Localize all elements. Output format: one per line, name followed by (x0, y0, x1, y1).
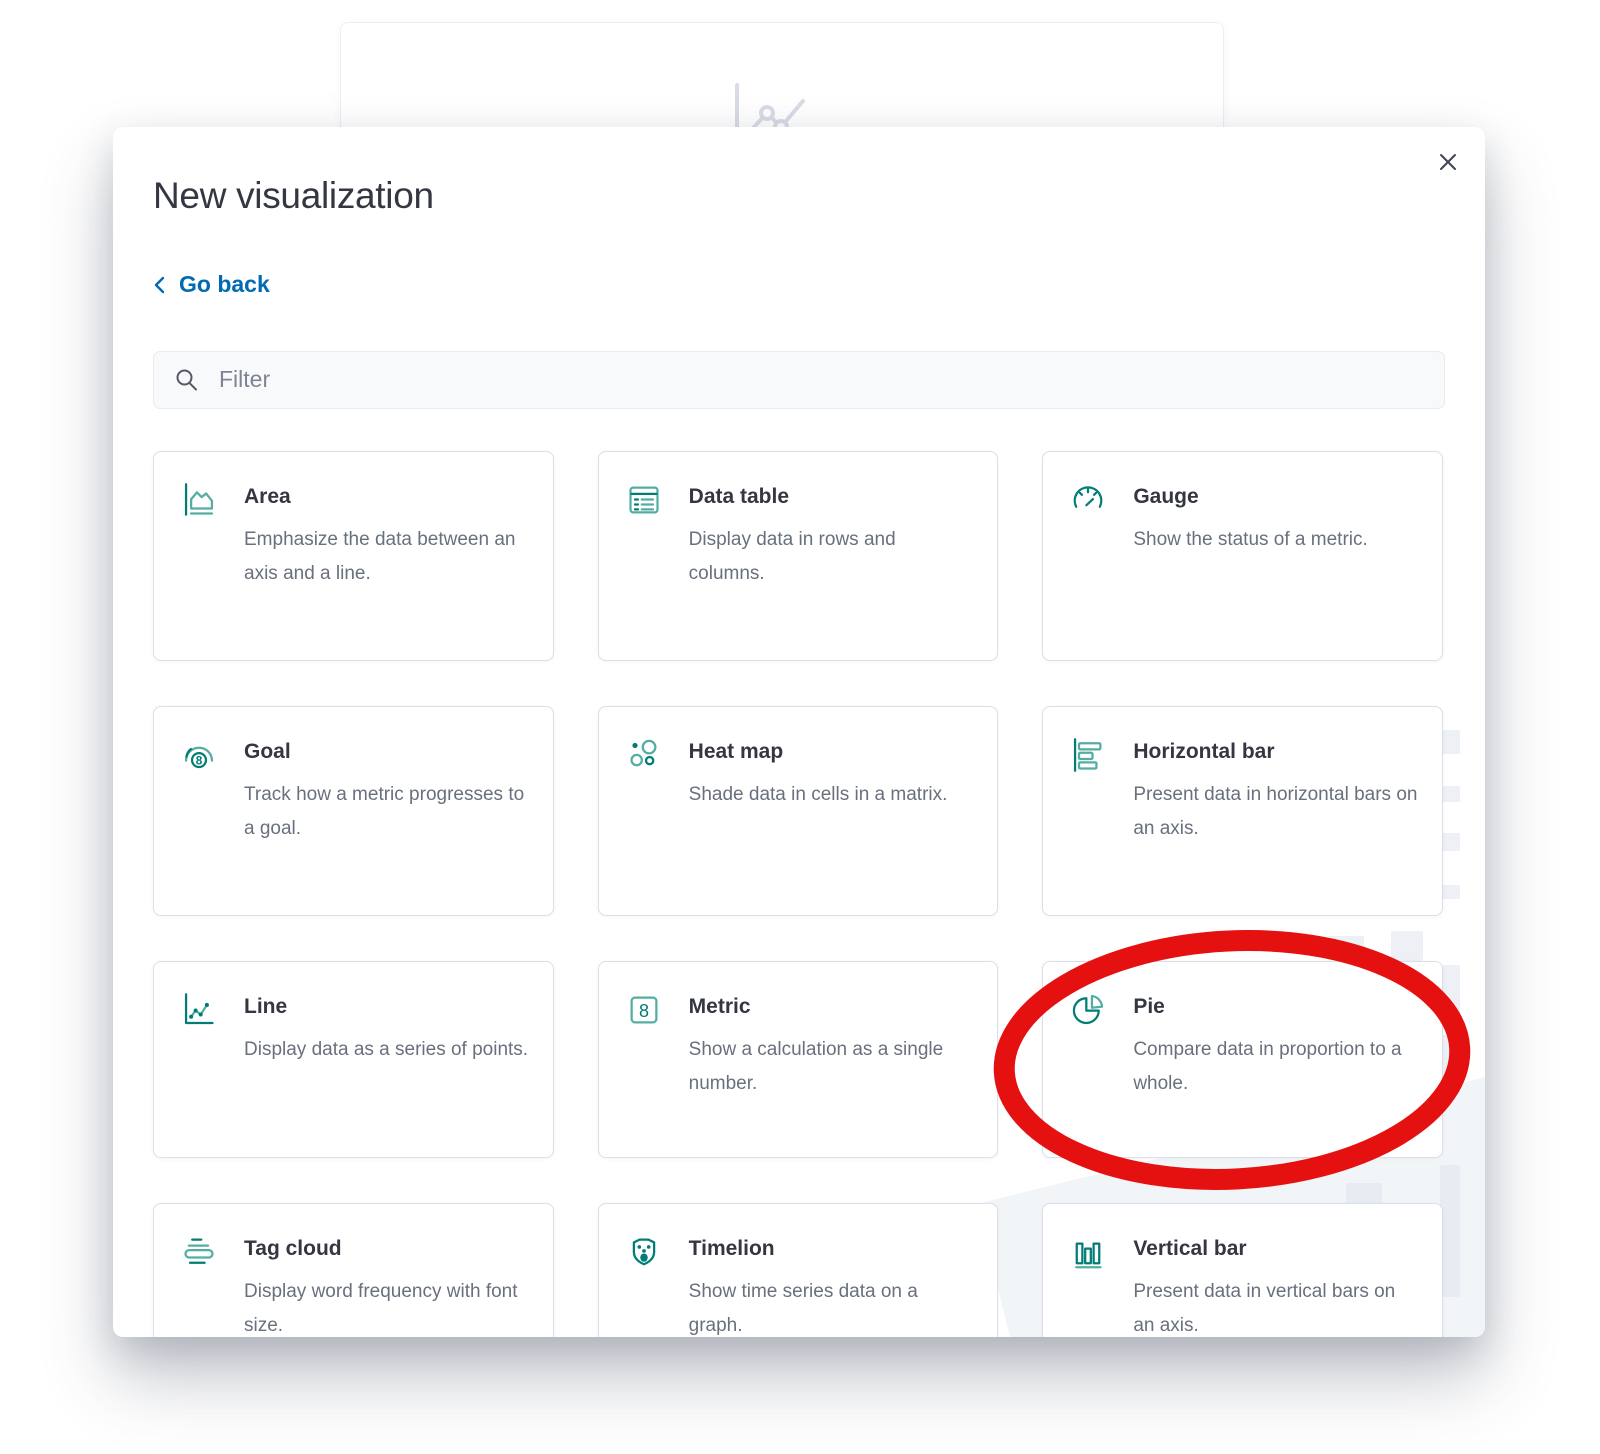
gauge-icon (1069, 480, 1107, 518)
card-line[interactable]: Line Display data as a series of points. (153, 961, 554, 1158)
card-title: Data table (689, 483, 976, 510)
modal-title: New visualization (153, 173, 1445, 219)
search-icon (174, 367, 200, 393)
card-description: Display word frequency with font size. (244, 1275, 531, 1338)
card-title: Pie (1133, 993, 1420, 1020)
card-data-table[interactable]: Data table Display data in rows and colu… (598, 451, 999, 661)
card-title: Goal (244, 738, 531, 765)
tag-cloud-icon (180, 1232, 218, 1270)
card-title: Area (244, 483, 531, 510)
go-back-link[interactable]: Go back (153, 271, 270, 298)
data-table-icon (625, 480, 663, 518)
card-description: Show time series data on a graph. (689, 1275, 976, 1338)
go-back-label: Go back (179, 271, 270, 298)
card-title: Gauge (1133, 483, 1367, 510)
new-visualization-modal: New visualization Go back (113, 127, 1485, 1337)
timelion-icon (625, 1232, 663, 1270)
goal-glyph: 8 (196, 753, 203, 767)
card-title: Horizontal bar (1133, 738, 1420, 765)
card-pie[interactable]: Pie Compare data in proportion to a whol… (1042, 961, 1443, 1158)
chevron-left-icon (153, 274, 167, 296)
card-timelion[interactable]: Timelion Show time series data on a grap… (598, 1203, 999, 1338)
goal-icon: 8 (180, 735, 218, 773)
card-description: Show the status of a metric. (1133, 523, 1367, 557)
metric-glyph: 8 (639, 1000, 649, 1020)
close-button[interactable] (1427, 141, 1469, 183)
card-description: Emphasize the data between an axis and a… (244, 523, 531, 591)
horizontal-bar-icon (1069, 735, 1107, 773)
metric-icon: 8 (625, 990, 663, 1028)
card-title: Metric (689, 993, 976, 1020)
filter-input[interactable] (217, 365, 1424, 394)
card-description: Present data in vertical bars on an axis… (1133, 1275, 1420, 1338)
card-gauge[interactable]: Gauge Show the status of a metric. (1042, 451, 1443, 661)
card-title: Tag cloud (244, 1235, 531, 1262)
heat-map-icon (625, 735, 663, 773)
card-description: Display data in rows and columns. (689, 523, 976, 591)
card-description: Shade data in cells in a matrix. (689, 778, 948, 812)
filter-search-box (153, 351, 1445, 409)
page: { "modal": { "title": "New visualization… (0, 0, 1600, 1454)
area-chart-icon (180, 480, 218, 518)
card-title: Line (244, 993, 528, 1020)
vertical-bar-icon (1069, 1232, 1107, 1270)
line-chart-icon (180, 990, 218, 1028)
card-horizontal-bar[interactable]: Horizontal bar Present data in horizonta… (1042, 706, 1443, 916)
card-description: Show a calculation as a single number. (689, 1033, 976, 1101)
card-title: Timelion (689, 1235, 976, 1262)
card-metric[interactable]: 8 Metric Show a calculation as a single … (598, 961, 999, 1158)
card-title: Vertical bar (1133, 1235, 1420, 1262)
card-description: Display data as a series of points. (244, 1033, 528, 1067)
close-icon (1437, 151, 1459, 173)
card-description: Track how a metric progresses to a goal. (244, 778, 531, 846)
pie-chart-icon (1069, 990, 1107, 1028)
card-description: Compare data in proportion to a whole. (1133, 1033, 1420, 1101)
card-tag-cloud[interactable]: Tag cloud Display word frequency with fo… (153, 1203, 554, 1338)
card-title: Heat map (689, 738, 948, 765)
card-description: Present data in horizontal bars on an ax… (1133, 778, 1420, 846)
visualization-type-grid: Area Emphasize the data between an axis … (153, 451, 1443, 1338)
card-goal[interactable]: 8 Goal Track how a metric progresses to … (153, 706, 554, 916)
card-area[interactable]: Area Emphasize the data between an axis … (153, 451, 554, 661)
card-vertical-bar[interactable]: Vertical bar Present data in vertical ba… (1042, 1203, 1443, 1338)
card-heat-map[interactable]: Heat map Shade data in cells in a matrix… (598, 706, 999, 916)
